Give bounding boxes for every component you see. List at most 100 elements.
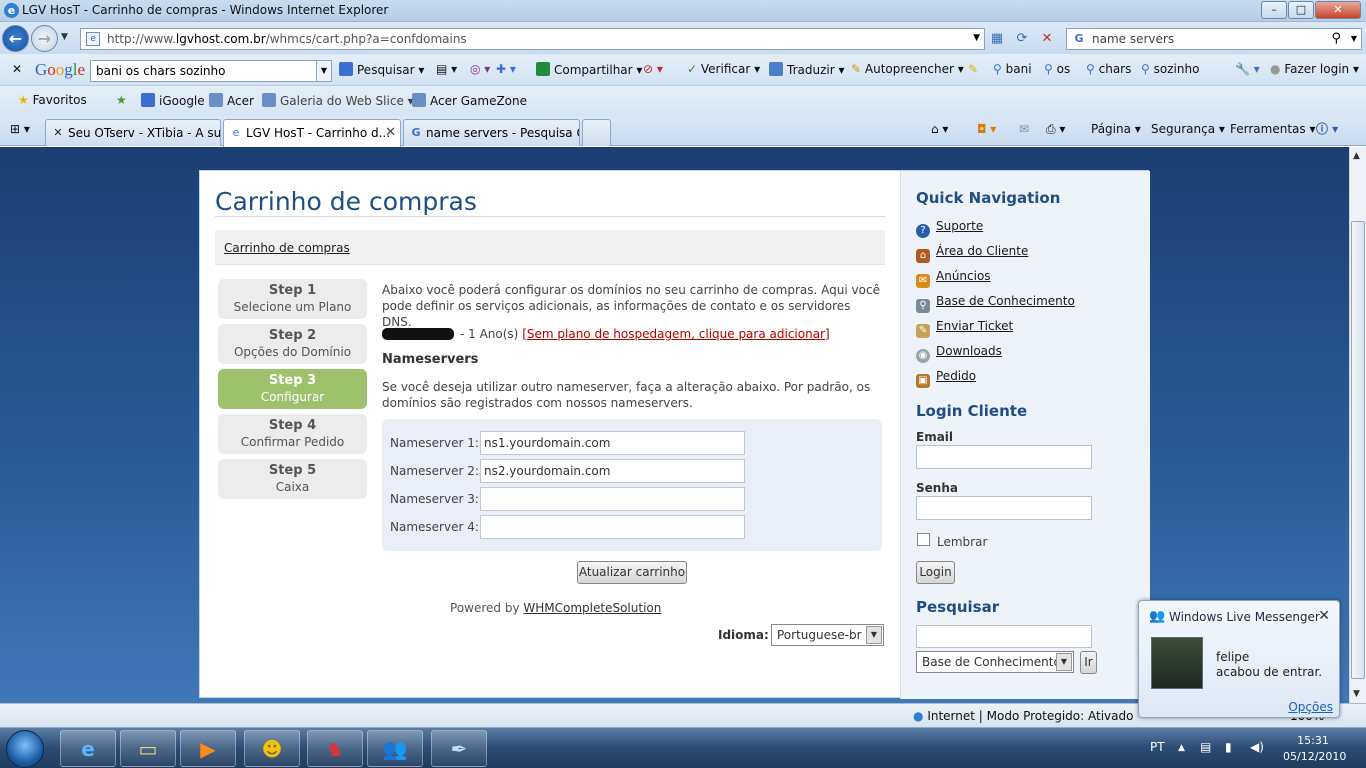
step-4[interactable]: Step 4 Confirmar Pedido [218,414,367,454]
taskbar-game-button[interactable]: ♞ [307,730,363,767]
language-indicator[interactable]: PT [1150,740,1165,754]
seguranca-menu[interactable]: Segurança ▾ [1151,122,1225,136]
favoritos-button[interactable]: ★ Favoritos [18,93,87,107]
search-category-select[interactable]: Base de Conhecimento ▼ [916,651,1074,673]
options-link[interactable]: Opções [1288,700,1333,714]
step-1[interactable]: Step 1 Selecione um Plano [218,279,367,319]
fav-web-slice-gallery[interactable]: Galeria do Web Slice ▾ [262,93,414,108]
search-input[interactable]: name servers [1092,32,1174,46]
chevron-down-icon[interactable]: ▼ [316,61,331,81]
close-button[interactable]: ✕ [1315,1,1361,19]
start-button[interactable] [6,730,44,768]
term-sozinho[interactable]: ⚲ sozinho [1141,62,1199,76]
nameserver-3-input[interactable] [480,487,745,511]
tab-xtibia[interactable]: ✕ Seu OTserv - XTibia - A su... [45,119,221,146]
stop-icon[interactable]: ✕ [1038,31,1056,47]
volume-icon[interactable]: ◀) [1250,740,1264,754]
password-field[interactable] [916,496,1092,520]
taskbar-messenger-button[interactable]: 👥 [367,730,423,767]
term-chars[interactable]: ⚲ chars [1086,62,1131,76]
compartilhar-button[interactable]: Compartilhar ▾ [536,62,642,77]
step-3[interactable]: Step 3 Configurar [218,369,367,409]
home-icon[interactable]: ⌂ ▾ [931,122,948,136]
nameserver-1-input[interactable]: ns1.yourdomain.com [480,431,745,455]
search-box[interactable]: G name servers ⚲ ▼ [1066,28,1362,50]
scroll-down-icon[interactable]: ▼ [1353,689,1360,699]
nav-anuncios[interactable]: ✉ Anúncios [916,269,991,288]
nameserver-4-input[interactable] [480,515,745,539]
back-button[interactable]: ← [2,25,29,52]
email-field[interactable] [916,445,1092,469]
feeds-icon[interactable]: ◘ ▾ [977,122,996,136]
scroll-thumb[interactable] [1351,221,1365,679]
page-tools-icon[interactable]: ▤ ▾ [436,62,457,76]
highlighter-icon[interactable]: ✎ [968,62,978,76]
sidebar-search-input[interactable] [916,625,1092,648]
ferramentas-menu[interactable]: Ferramentas ▾ [1230,122,1315,136]
verificar-button[interactable]: ✓ Verificar ▾ [687,62,760,76]
taskbar-media-button[interactable]: ▶ [180,730,236,767]
tab-close-icon[interactable]: ✕ [385,125,396,140]
taskbar-feather-button[interactable]: ✒ [431,730,487,767]
tab-lgvhost[interactable]: e LGV HosT - Carrinho d... ✕ [223,119,401,147]
add-favorite-icon[interactable]: ★ [116,93,127,107]
history-dropdown-icon[interactable]: ▼ [61,32,68,42]
search-dropdown-icon[interactable]: ▼ [1351,34,1357,43]
step-2[interactable]: Step 2 Opções do Domínio [218,324,367,364]
fav-igoogle[interactable]: iGoogle [141,93,205,108]
scroll-up-icon[interactable]: ▲ [1353,151,1360,161]
add-hosting-link[interactable]: [Sem plano de hospedagem, clique para ad… [522,327,829,341]
url-field[interactable]: e http://www.lgvhost.com.br/whmcs/cart.p… [80,28,985,50]
whmcs-link[interactable]: WHMCompleteSolution [523,601,661,615]
remember-checkbox[interactable] [917,533,930,546]
url-dropdown-icon[interactable]: ▼ [973,33,980,43]
taskbar-app-button[interactable]: ☻ [244,730,300,767]
compatibility-view-icon[interactable]: ▦ [988,31,1006,47]
search-go-button[interactable]: Ir [1080,651,1097,674]
nav-area-cliente[interactable]: ⌂ Área do Cliente [916,244,1028,263]
google-search-input[interactable]: bani os chars sozinho ▼ [90,60,332,82]
window-title-bar[interactable]: e LGV HosT - Carrinho de compras - Windo… [0,0,1366,22]
taskbar-ie-button[interactable]: e [60,730,116,767]
pagina-menu[interactable]: Página ▾ [1091,122,1141,136]
search-icon[interactable]: ⚲ [1331,31,1341,46]
term-os[interactable]: ⚲ os [1044,62,1070,76]
fav-acer-gamezone[interactable]: Acer GameZone [412,93,527,108]
toolbar-close-icon[interactable]: ✕ [12,62,22,76]
login-button[interactable]: Login [916,561,955,584]
autopreencher-button[interactable]: ✎ Autopreencher ▾ [851,62,964,76]
traduzir-button[interactable]: Traduzir ▾ [769,62,845,77]
nameserver-2-input[interactable]: ns2.yourdomain.com [480,459,745,483]
tray-expand-icon[interactable]: ▲ [1178,743,1185,753]
fazer-login-button[interactable]: ● Fazer login ▾ [1270,62,1359,76]
help-icon[interactable]: ⓘ ▾ [1316,120,1338,137]
step-5[interactable]: Step 5 Caixa [218,459,367,499]
add-button-icon[interactable]: ✚ ▾ [496,62,516,76]
close-icon[interactable]: ✕ [1318,608,1330,624]
clock[interactable]: 15:31 05/12/2010 [1283,733,1346,765]
network-icon[interactable]: ▤ [1200,740,1211,754]
quick-tabs-icon[interactable]: ⊞ ▾ [10,122,30,136]
update-cart-button[interactable]: Atualizar carrinho [577,561,687,584]
nav-base-conhecimento[interactable]: ⚲ Base de Conhecimento [916,294,1075,313]
term-bani[interactable]: ⚲ bani [993,62,1032,76]
signal-icon[interactable]: ▮ [1225,740,1232,754]
wrench-icon[interactable]: 🔧 ▾ [1235,62,1260,76]
tab-google-search[interactable]: G name servers - Pesquisa G... [403,119,580,146]
language-select[interactable]: Portuguese-br ▼ [771,624,884,646]
new-tab-button[interactable] [582,119,611,146]
forward-button[interactable]: → [31,25,58,52]
nav-suporte[interactable]: ? Suporte [916,219,983,238]
nav-enviar-ticket[interactable]: ✎ Enviar Ticket [916,319,1013,338]
nav-pedido[interactable]: ▣ Pedido [916,369,976,388]
messenger-notification[interactable]: 👥 Windows Live Messenger ✕ felipe acabou… [1138,600,1340,718]
vertical-scrollbar[interactable]: ▲ ▼ [1349,147,1366,703]
fav-acer[interactable]: Acer [209,93,254,108]
mail-icon[interactable]: ✉ [1019,122,1029,136]
popup-blocker-icon[interactable]: ◎ ▾ [470,62,490,76]
print-icon[interactable]: ⎙ ▾ [1046,122,1065,137]
nav-downloads[interactable]: ◉ Downloads [916,344,1002,363]
blocker-icon[interactable]: ⊘ ▾ [643,62,663,76]
refresh-icon[interactable]: ⟳ [1013,31,1031,47]
breadcrumb-link[interactable]: Carrinho de compras [224,241,350,255]
